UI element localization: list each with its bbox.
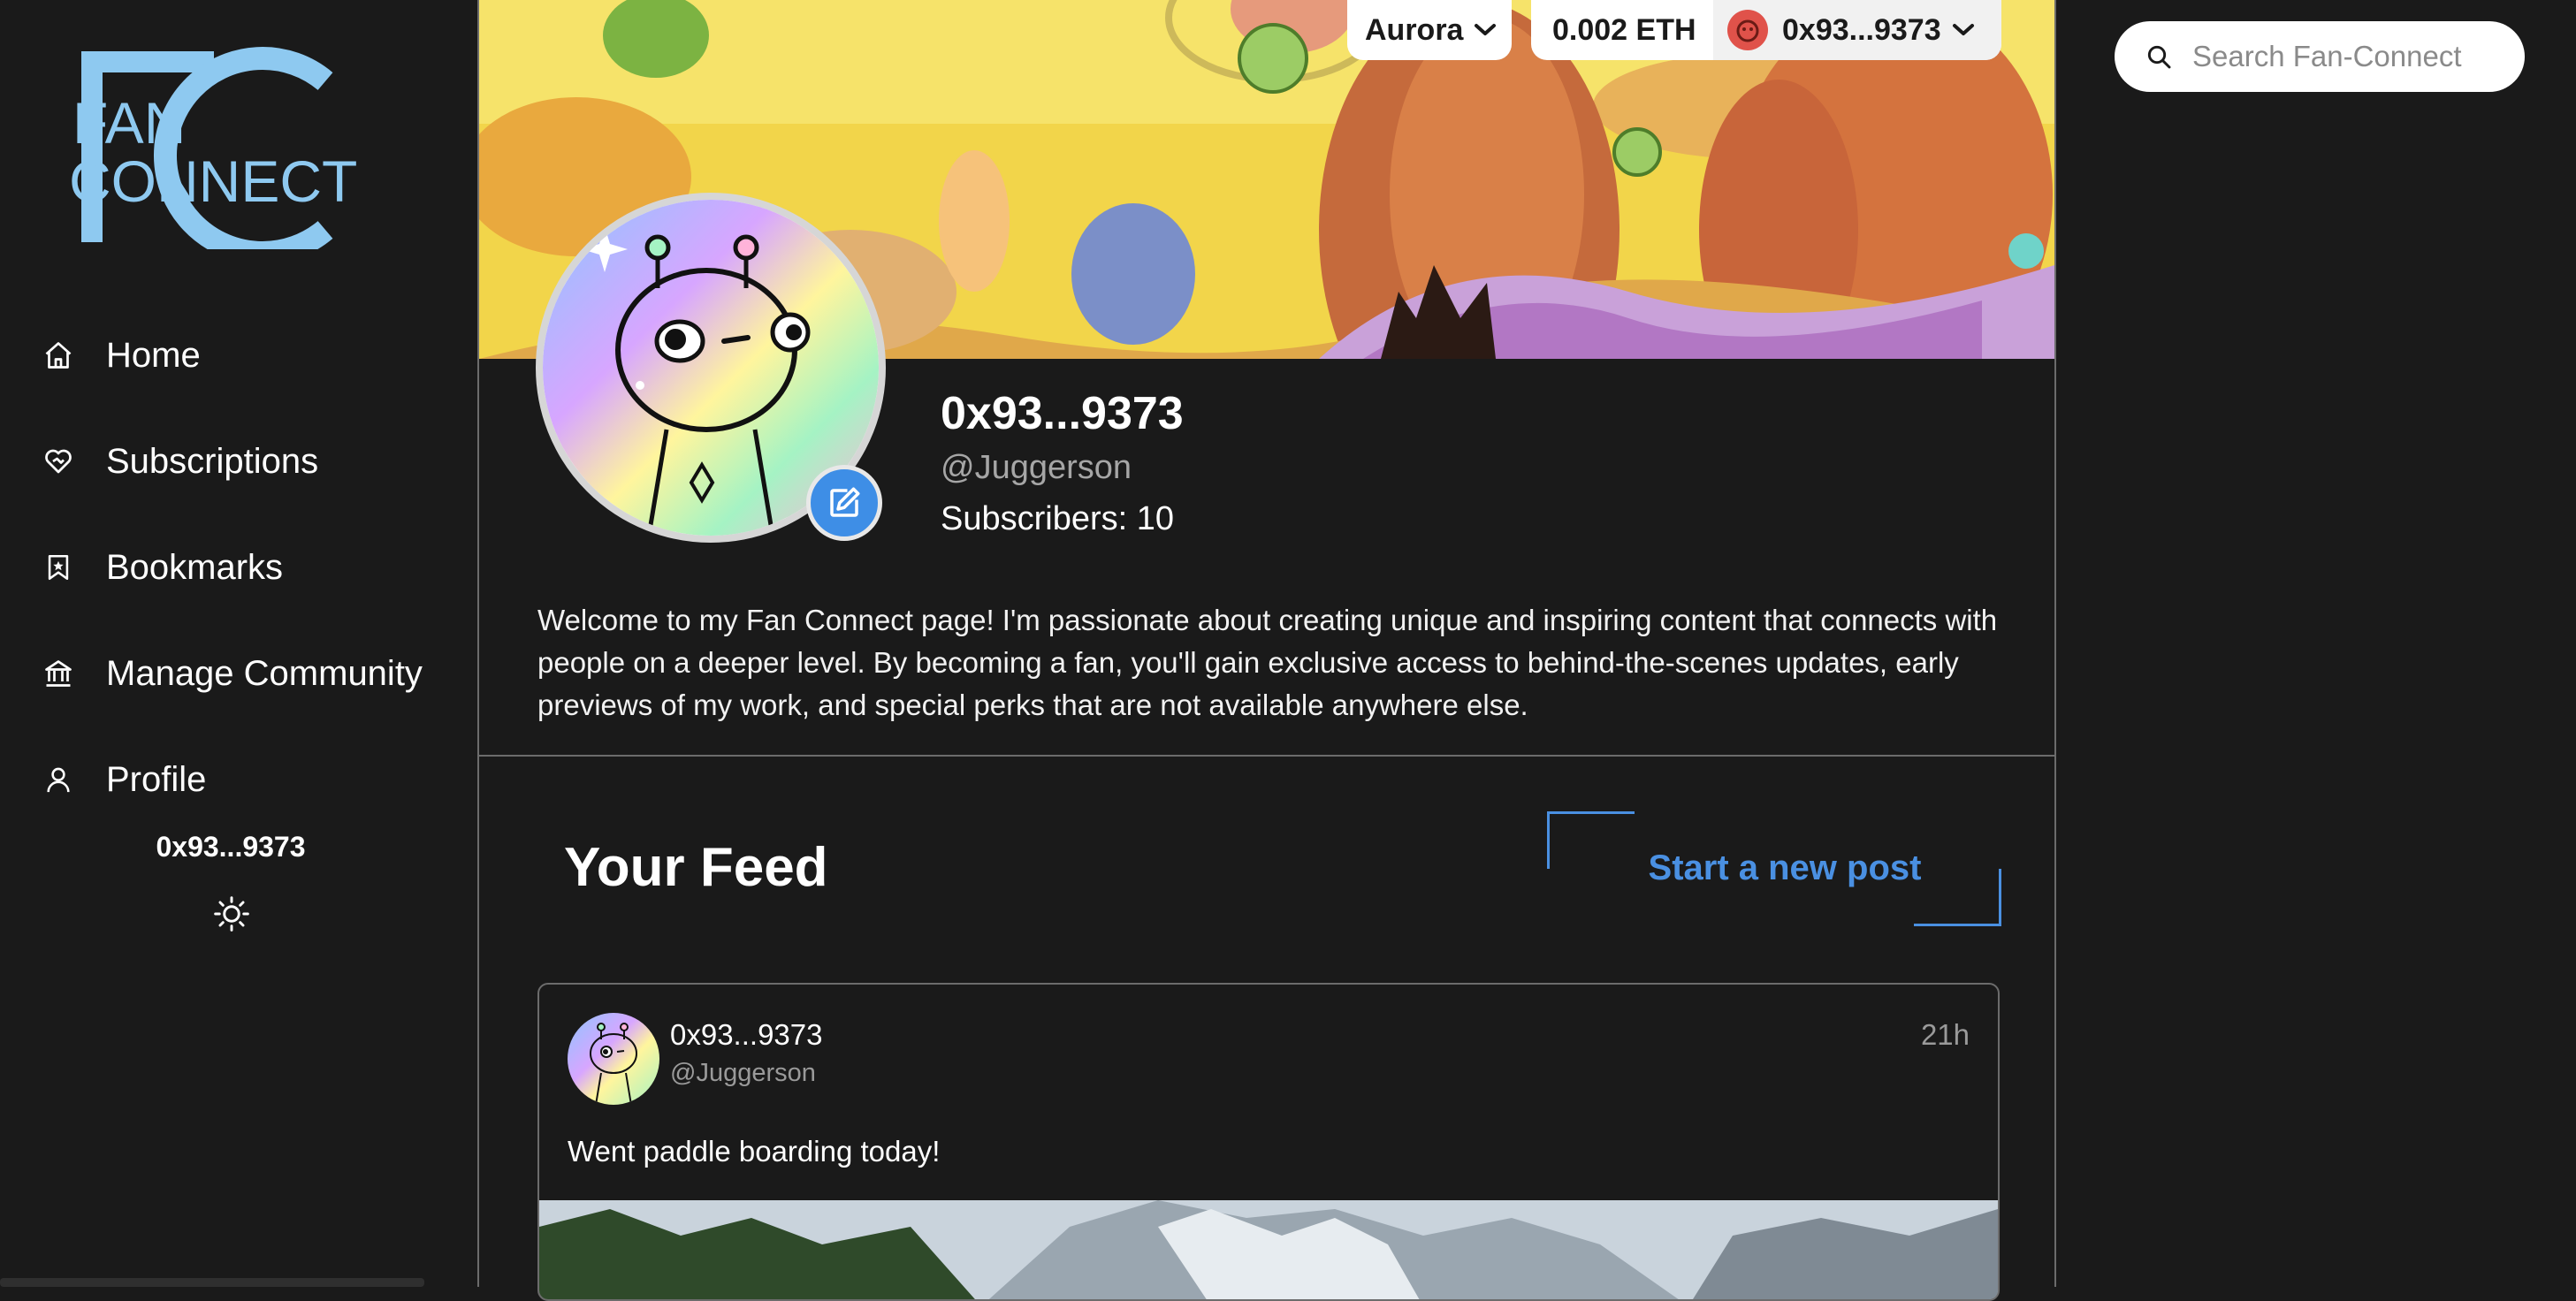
sidebar-item-home[interactable]: Home xyxy=(41,320,201,391)
logo-text-fan: FAN xyxy=(72,90,186,156)
fan-connect-logo[interactable]: FAN CONNECT xyxy=(69,46,396,249)
sidebar-item-manage-community[interactable]: Manage Community xyxy=(41,638,423,709)
feed-title: Your Feed xyxy=(564,837,828,898)
bank-icon xyxy=(41,656,76,691)
post-author-avatar[interactable] xyxy=(568,1013,659,1105)
search-icon xyxy=(2147,45,2171,69)
sun-icon[interactable] xyxy=(212,894,251,933)
wallet-button[interactable]: 0.002 ETH 0x93...9373 xyxy=(1531,0,2001,60)
post-image[interactable] xyxy=(539,1200,1998,1301)
start-new-post-label: Start a new post xyxy=(1648,848,1922,887)
user-icon xyxy=(41,762,76,797)
start-new-post-button[interactable]: Start a new post xyxy=(1547,811,2001,926)
post-timestamp: 21h xyxy=(1920,1018,1970,1051)
logo-text-connect: CONNECT xyxy=(69,148,357,214)
chevron-down-icon xyxy=(1475,24,1497,35)
main-column: Aurora 0.002 ETH 0x93...9373 0x93...9373… xyxy=(477,0,2056,1301)
post-author-name[interactable]: 0x93...9373 xyxy=(670,1018,822,1052)
sidebar-item-label: Home xyxy=(106,335,201,375)
search-input[interactable] xyxy=(2191,39,2521,74)
chevron-down-icon xyxy=(1952,24,1974,35)
heart-handshake-icon xyxy=(41,444,76,479)
network-selector[interactable]: Aurora xyxy=(1347,0,1512,60)
edit-pencil-icon xyxy=(830,487,860,517)
sidebar: FAN CONNECT Home Subscriptions Bookmarks… xyxy=(0,0,477,1287)
post-author-handle: @Juggerson xyxy=(670,1059,816,1087)
profile-name: 0x93...9373 xyxy=(941,388,1184,439)
wallet-balance: 0.002 ETH xyxy=(1552,12,1696,47)
feed-post[interactable]: 0x93...9373 @Juggerson 21h Went paddle b… xyxy=(537,983,2000,1301)
sidebar-item-bookmarks[interactable]: Bookmarks xyxy=(41,532,283,603)
sidebar-item-label: Profile xyxy=(106,759,207,799)
bookmark-star-icon xyxy=(41,550,76,585)
sidebar-item-label: Manage Community xyxy=(106,653,423,693)
home-icon xyxy=(41,338,76,373)
post-text: Went paddle boarding today! xyxy=(568,1135,941,1168)
sidebar-item-label: Subscriptions xyxy=(106,441,319,481)
sidebar-item-profile[interactable]: Profile xyxy=(41,744,206,815)
sidebar-item-subscriptions[interactable]: Subscriptions xyxy=(41,426,318,497)
edit-profile-button[interactable] xyxy=(806,465,882,541)
profile-bio: Welcome to my Fan Connect page! I'm pass… xyxy=(537,604,1998,721)
subscriber-count: Subscribers: 10 xyxy=(941,500,1175,537)
sidebar-item-label: Bookmarks xyxy=(106,547,284,587)
account-avatar-icon xyxy=(1727,10,1768,50)
account-address: 0x93...9373 xyxy=(1782,12,1941,47)
network-name: Aurora xyxy=(1365,12,1464,47)
sidebar-scrollbar[interactable] xyxy=(0,1278,424,1287)
sidebar-account-address[interactable]: 0x93...9373 xyxy=(0,831,461,864)
profile-handle: @Juggerson xyxy=(941,449,1132,486)
section-divider xyxy=(479,755,2054,757)
account-menu-button[interactable]: 0x93...9373 xyxy=(1713,0,2001,60)
search-bar[interactable] xyxy=(2115,21,2525,92)
